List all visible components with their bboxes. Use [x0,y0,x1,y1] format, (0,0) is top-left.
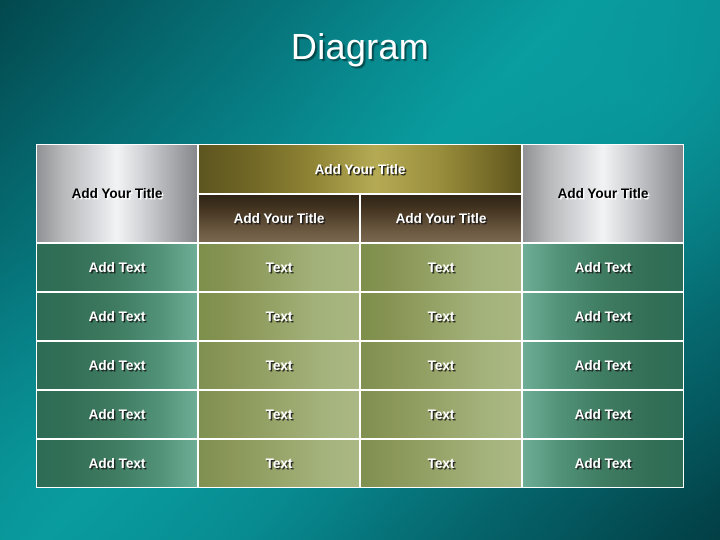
cell-r1c1[interactable]: Add Text [36,243,198,292]
diagram-table: Add Your Title Add Your Title Add Your T… [36,144,685,488]
cell-r1c4[interactable]: Add Text [522,243,685,292]
cell-r5c4[interactable]: Add Text [522,439,685,488]
cell-r2c3[interactable]: Text [360,292,523,341]
page-title: Diagram [290,26,430,67]
cell-r3c3[interactable]: Text [360,341,523,390]
table-row: Add Text Text Text Add Text [36,390,685,439]
cell-r4c4[interactable]: Add Text [522,390,685,439]
slide-canvas: Diagram Add Your Title Add Your Title Ad… [0,0,720,540]
subheader-cell-col2[interactable]: Add Your Title [198,194,360,243]
cell-r3c4[interactable]: Add Text [522,341,685,390]
cell-r5c2[interactable]: Text [198,439,360,488]
header-cell-right[interactable]: Add Your Title [522,144,685,243]
subheader-cell-col3[interactable]: Add Your Title [360,194,523,243]
cell-r2c4[interactable]: Add Text [522,292,685,341]
table-row: Add Text Text Text Add Text [36,292,685,341]
cell-r2c2[interactable]: Text [198,292,360,341]
cell-r3c2[interactable]: Text [198,341,360,390]
table-row: Add Text Text Text Add Text [36,439,685,488]
cell-r4c1[interactable]: Add Text [36,390,198,439]
cell-r4c2[interactable]: Text [198,390,360,439]
cell-r1c3[interactable]: Text [360,243,523,292]
cell-r1c2[interactable]: Text [198,243,360,292]
cell-r4c3[interactable]: Text [360,390,523,439]
cell-r2c1[interactable]: Add Text [36,292,198,341]
cell-r5c3[interactable]: Text [360,439,523,488]
header-cell-merged[interactable]: Add Your Title [198,144,523,194]
cell-r3c1[interactable]: Add Text [36,341,198,390]
table-header-row-primary: Add Your Title Add Your Title Add Your T… [36,144,685,243]
header-cell-left[interactable]: Add Your Title [36,144,198,243]
table-row: Add Text Text Text Add Text [36,243,685,292]
cell-r5c1[interactable]: Add Text [36,439,198,488]
table-row: Add Text Text Text Add Text [36,341,685,390]
